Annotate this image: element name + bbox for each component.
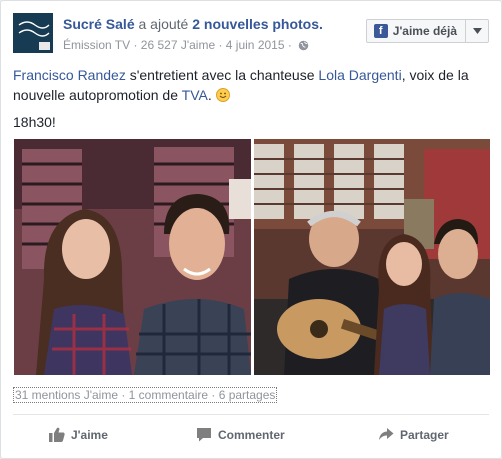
- post-card: Sucré Salé a ajouté 2 nouvelles photos. …: [0, 0, 502, 459]
- comment-label: Commenter: [218, 427, 285, 442]
- photo-1[interactable]: [14, 139, 251, 375]
- post-action-text: a ajouté: [138, 16, 189, 32]
- page-name-link[interactable]: Sucré Salé: [63, 16, 135, 32]
- like-label: J'aime: [71, 427, 108, 442]
- share-label: Partager: [400, 427, 449, 442]
- chevron-down-icon[interactable]: [465, 20, 488, 42]
- post-text-line1: Francisco Randez s'entretient avec la ch…: [13, 65, 487, 105]
- person-link-francisco[interactable]: Francisco Randez: [13, 67, 126, 83]
- sucre-sale-logo: [13, 13, 53, 53]
- post-meta-text: Émission TV · 26 527 J'aime · 4 juin 201…: [63, 38, 292, 52]
- photos-link[interactable]: 2 nouvelles photos.: [192, 16, 323, 32]
- smiley-emoji-icon: [215, 88, 230, 102]
- photo-2[interactable]: [254, 139, 490, 375]
- thumbs-up-icon: [49, 427, 65, 442]
- action-bar: J'aime Commenter Partager: [13, 414, 489, 458]
- post-text-segment: .: [207, 87, 212, 103]
- globe-icon[interactable]: [298, 40, 309, 54]
- person-link-lola[interactable]: Lola Dargenti: [318, 67, 401, 83]
- post-header: Sucré Salé a ajouté 2 nouvelles photos. …: [13, 13, 489, 57]
- share-button[interactable]: Partager: [378, 427, 449, 442]
- share-icon: [379, 428, 394, 440]
- post-time-text: 18h30!: [13, 114, 56, 130]
- photo-grid: [14, 139, 490, 375]
- comment-button[interactable]: Commenter: [196, 427, 285, 442]
- comment-icon: [197, 428, 211, 442]
- like-page-button[interactable]: f J'aime déjà: [365, 19, 489, 43]
- page-avatar[interactable]: [13, 13, 53, 53]
- tva-link[interactable]: TVA: [182, 87, 208, 103]
- like-button[interactable]: J'aime: [49, 427, 108, 442]
- post-text-segment: s'entretient avec la chanteuse: [125, 67, 319, 83]
- post-meta: Émission TV · 26 527 J'aime · 4 juin 201…: [63, 38, 309, 54]
- post-text: Francisco Randez s'entretient avec la ch…: [13, 65, 487, 132]
- engagement-summary[interactable]: 31 mentions J'aime · 1 commentaire · 6 p…: [12, 387, 278, 403]
- post-title-line: Sucré Salé a ajouté 2 nouvelles photos.: [63, 16, 323, 32]
- facebook-icon: f: [373, 24, 388, 38]
- like-page-label: J'aime déjà: [392, 24, 457, 38]
